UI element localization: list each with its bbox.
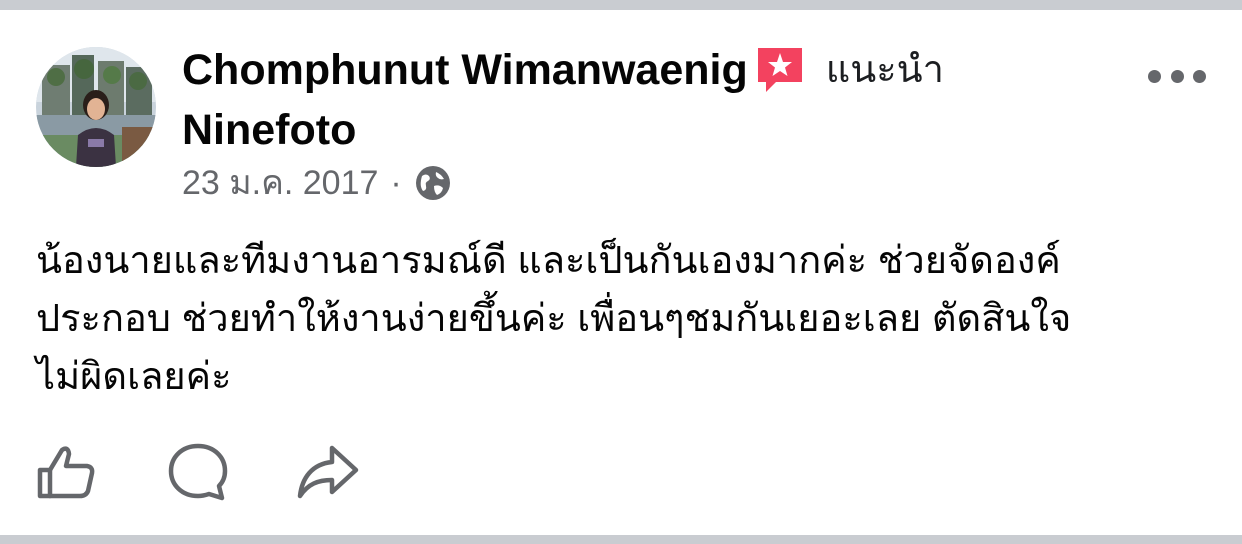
post-body: น้องนายและทีมงานอารมณ์ดี และเป็นกันเองมา… [36, 232, 1216, 406]
post-body-line: ประกอบ ช่วยทำให้งานง่ายขึ้นค่ะ เพื่อนๆชม… [36, 298, 1072, 340]
author-name[interactable]: Chomphunut Wimanwaenig [182, 42, 748, 98]
more-dot [1170, 69, 1184, 83]
more-dot [1193, 69, 1206, 83]
recommend-label: แนะนำ [825, 49, 944, 91]
more-options-icon[interactable] [1148, 62, 1206, 90]
globe-icon [414, 164, 452, 202]
comment-button[interactable] [166, 440, 230, 504]
page-name[interactable]: Ninefoto [182, 102, 356, 158]
bottom-divider [0, 535, 1242, 544]
author-header: Chomphunut Wimanwaenig แนะนำ [182, 42, 944, 98]
recommend-star-icon [754, 44, 806, 96]
share-button[interactable] [296, 440, 360, 504]
like-icon [37, 446, 95, 499]
post-date[interactable]: 23 ม.ค. 2017 [182, 160, 378, 206]
comment-icon [168, 443, 228, 501]
post-body-line: ไม่ผิดเลยค่ะ [36, 356, 232, 398]
top-divider [0, 0, 1242, 10]
avatar[interactable] [36, 47, 156, 167]
meta-separator: · [390, 164, 402, 202]
post-meta: 23 ม.ค. 2017 · [182, 160, 452, 206]
share-icon [297, 445, 359, 499]
post-body-line: น้องนายและทีมงานอารมณ์ดี และเป็นกันเองมา… [36, 240, 1061, 282]
more-dot [1148, 69, 1161, 83]
like-button[interactable] [34, 440, 98, 504]
